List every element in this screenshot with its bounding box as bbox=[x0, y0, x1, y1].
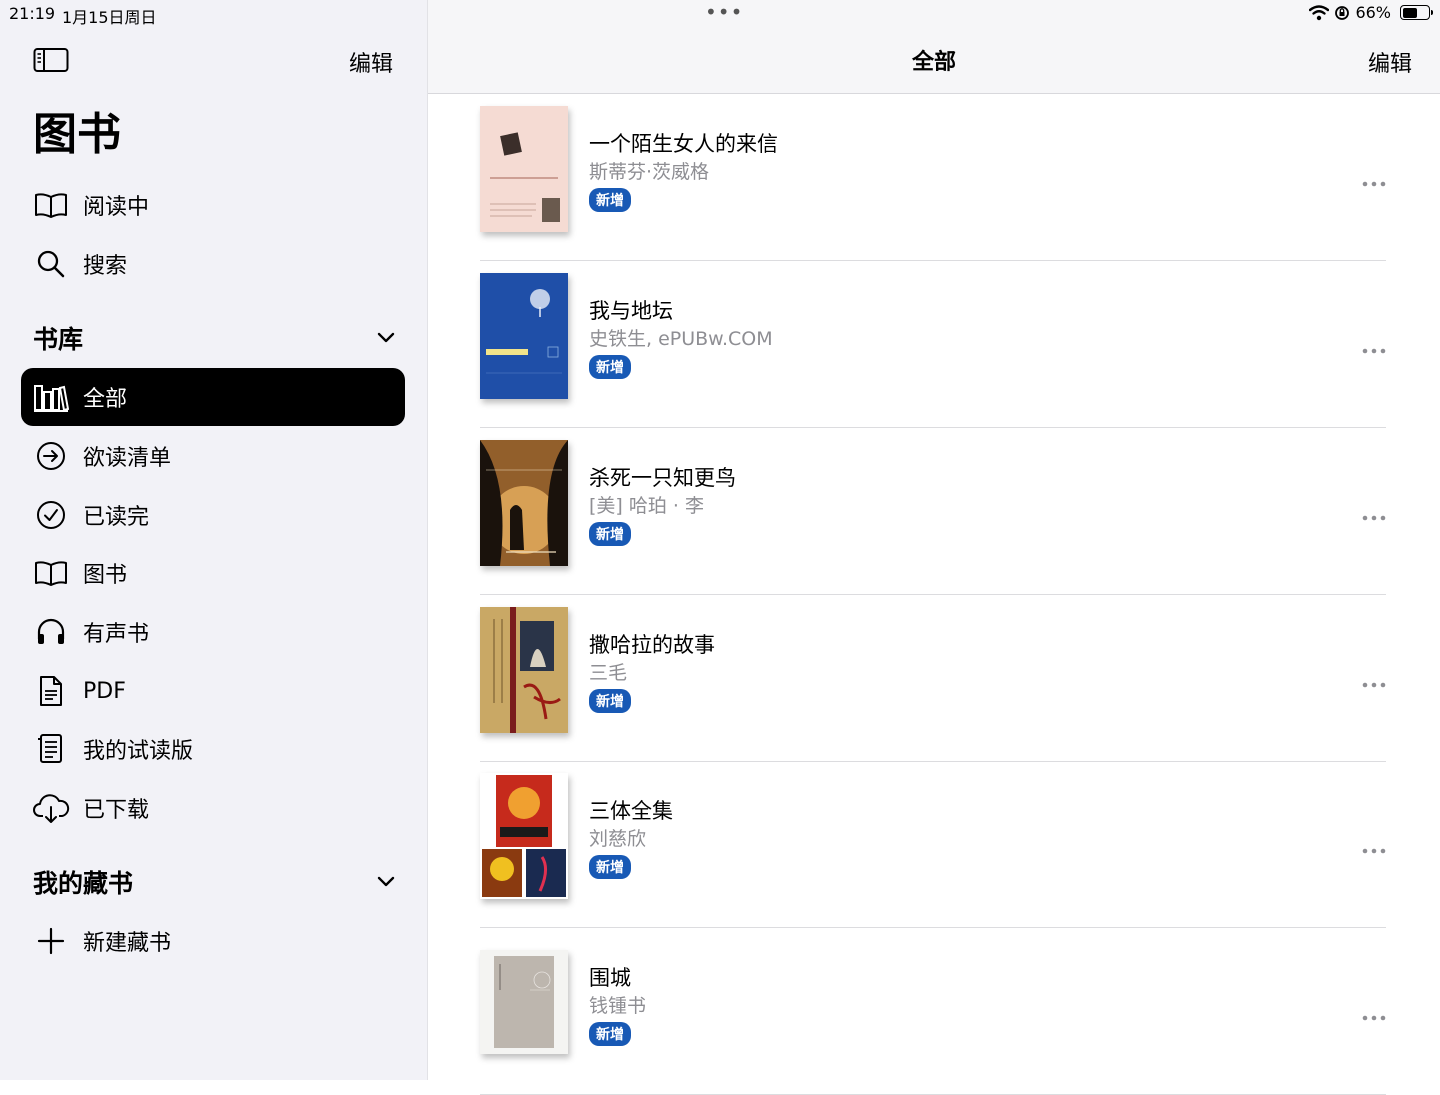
main-edit-button[interactable]: 编辑 bbox=[1368, 46, 1412, 78]
sidebar: 编辑 图书 阅读中 搜索 书库 全部 欲读清单 已读完 图书 有声书 PDF 我… bbox=[0, 0, 428, 1080]
new-badge: 新增 bbox=[589, 188, 631, 212]
checkmark-circle-icon bbox=[37, 501, 65, 529]
battery-icon bbox=[1400, 5, 1433, 20]
book-title: 撒哈拉的故事 bbox=[589, 633, 715, 657]
new-badge: 新增 bbox=[589, 689, 631, 713]
page-title: 全部 bbox=[911, 50, 956, 75]
sidebar-item-label: 欲读清单 bbox=[83, 446, 172, 471]
more-options-icon[interactable] bbox=[1362, 681, 1386, 689]
book-cover-art bbox=[480, 773, 568, 899]
new-badge: 新增 bbox=[589, 855, 631, 879]
sidebar-item-label: 已下载 bbox=[83, 798, 150, 823]
book-row[interactable]: 撒哈拉的故事 三毛 新增 bbox=[480, 595, 1386, 762]
main-content: 全部 编辑 一个陌生女人的来信 斯蒂芬·茨威格 新增 我与地坛 史铁生, ePU… bbox=[428, 0, 1440, 1095]
sidebar-item-want-to-read[interactable]: 欲读清单 bbox=[21, 427, 405, 485]
multitasking-dots[interactable]: ••• bbox=[705, 0, 743, 24]
chevron-down-icon[interactable] bbox=[377, 876, 395, 888]
sidebar-item-reading-now[interactable]: 阅读中 bbox=[21, 176, 405, 234]
book-row[interactable]: 杀死一只知更鸟 [美] 哈珀 · 李 新增 bbox=[480, 428, 1386, 595]
book-author: 钱锺书 bbox=[589, 995, 647, 1017]
book-open-icon bbox=[35, 193, 67, 218]
book-cover-art bbox=[480, 440, 568, 566]
new-collection-button[interactable]: 新建藏书 bbox=[21, 912, 405, 970]
book-author: 三毛 bbox=[589, 662, 628, 684]
book-author: [美] 哈珀 · 李 bbox=[589, 495, 704, 517]
collections-section-title: 我的藏书 bbox=[33, 869, 134, 898]
wifi-icon bbox=[1309, 4, 1330, 20]
book-cover-art bbox=[480, 106, 568, 232]
book-cover[interactable] bbox=[480, 273, 568, 399]
book-title: 杀死一只知更鸟 bbox=[589, 466, 736, 490]
sidebar-item-label: 图书 bbox=[83, 563, 128, 588]
sidebar-edit-button[interactable]: 编辑 bbox=[349, 46, 393, 78]
more-options-icon[interactable] bbox=[1362, 180, 1386, 188]
book-cover[interactable] bbox=[480, 607, 568, 733]
more-options-icon[interactable] bbox=[1362, 514, 1386, 522]
arrow-circle-icon bbox=[37, 442, 65, 470]
battery-level bbox=[1402, 7, 1418, 18]
status-date: 1月15日周日 bbox=[62, 8, 157, 27]
battery-percent: 66% bbox=[1355, 3, 1391, 22]
book-title: 我与地坛 bbox=[589, 299, 673, 323]
document-icon bbox=[40, 676, 62, 706]
status-bar: 21:19 1月15日周日 ••• 66% bbox=[0, 0, 1440, 27]
book-row[interactable]: 围城 钱锺书 新增 bbox=[480, 928, 1386, 1095]
new-badge: 新增 bbox=[589, 1022, 631, 1046]
sidebar-item-finished[interactable]: 已读完 bbox=[21, 486, 405, 544]
new-badge: 新增 bbox=[589, 522, 631, 546]
book-title: 围城 bbox=[589, 966, 631, 990]
new-badge: 新增 bbox=[589, 355, 631, 379]
sidebar-item-label: 已读完 bbox=[83, 505, 150, 530]
orientation-lock-icon bbox=[1335, 5, 1350, 20]
more-options-icon[interactable] bbox=[1362, 847, 1386, 855]
sidebar-item-books[interactable]: 图书 bbox=[21, 544, 405, 602]
book-row[interactable]: 我与地坛 史铁生, ePUBw.COM 新增 bbox=[480, 261, 1386, 428]
book-cover-art bbox=[480, 273, 568, 399]
status-time: 21:19 bbox=[9, 4, 56, 23]
books-icon bbox=[34, 385, 69, 412]
sidebar-item-label: 我的试读版 bbox=[83, 739, 194, 764]
sidebar-item-samples[interactable]: 我的试读版 bbox=[21, 720, 405, 778]
library-section-title: 书库 bbox=[33, 325, 84, 354]
book-open-icon bbox=[35, 561, 67, 586]
more-options-icon[interactable] bbox=[1362, 1014, 1386, 1022]
book-cover[interactable] bbox=[480, 773, 568, 899]
book-cover[interactable] bbox=[480, 950, 568, 1054]
sidebar-item-label: 搜索 bbox=[83, 254, 128, 279]
sample-icon bbox=[38, 734, 62, 763]
book-title: 一个陌生女人的来信 bbox=[589, 132, 778, 156]
book-author: 斯蒂芬·茨威格 bbox=[589, 161, 710, 183]
sidebar-item-label: 阅读中 bbox=[83, 195, 150, 220]
sidebar-item-label: PDF bbox=[83, 678, 126, 704]
more-options-icon[interactable] bbox=[1362, 347, 1386, 355]
book-author: 史铁生, ePUBw.COM bbox=[589, 328, 773, 350]
book-cover-art bbox=[480, 607, 568, 733]
sidebar-title: 图书 bbox=[33, 109, 121, 160]
sidebar-item-search[interactable]: 搜索 bbox=[21, 235, 405, 293]
sidebar-item-label: 全部 bbox=[83, 387, 128, 412]
book-author: 刘慈欣 bbox=[589, 828, 647, 850]
book-row[interactable]: 一个陌生女人的来信 斯蒂芬·茨威格 新增 bbox=[480, 94, 1386, 261]
sidebar-item-label: 新建藏书 bbox=[83, 931, 172, 956]
sidebar-item-downloaded[interactable]: 已下载 bbox=[21, 779, 405, 837]
cloud-download-icon bbox=[33, 794, 70, 823]
book-row[interactable]: 三体全集 刘慈欣 新增 bbox=[480, 761, 1386, 928]
collections-section-header[interactable]: 我的藏书 bbox=[33, 864, 395, 900]
book-cover-art bbox=[480, 950, 568, 1054]
sidebar-item-audiobooks[interactable]: 有声书 bbox=[21, 603, 405, 661]
chevron-down-icon[interactable] bbox=[377, 332, 395, 344]
sidebar-item-label: 有声书 bbox=[83, 622, 150, 647]
book-cover[interactable] bbox=[480, 440, 568, 566]
sidebar-item-pdf[interactable]: PDF bbox=[21, 662, 405, 720]
plus-icon bbox=[37, 927, 65, 955]
status-right: 66% bbox=[1309, 3, 1433, 22]
sidebar-item-all[interactable]: 全部 bbox=[21, 368, 405, 426]
headphones-icon bbox=[37, 618, 65, 644]
sidebar-toggle-icon[interactable] bbox=[33, 46, 69, 74]
book-title: 三体全集 bbox=[589, 799, 673, 823]
search-icon bbox=[37, 250, 65, 278]
book-cover[interactable] bbox=[480, 106, 568, 232]
library-section-header[interactable]: 书库 bbox=[33, 320, 395, 356]
